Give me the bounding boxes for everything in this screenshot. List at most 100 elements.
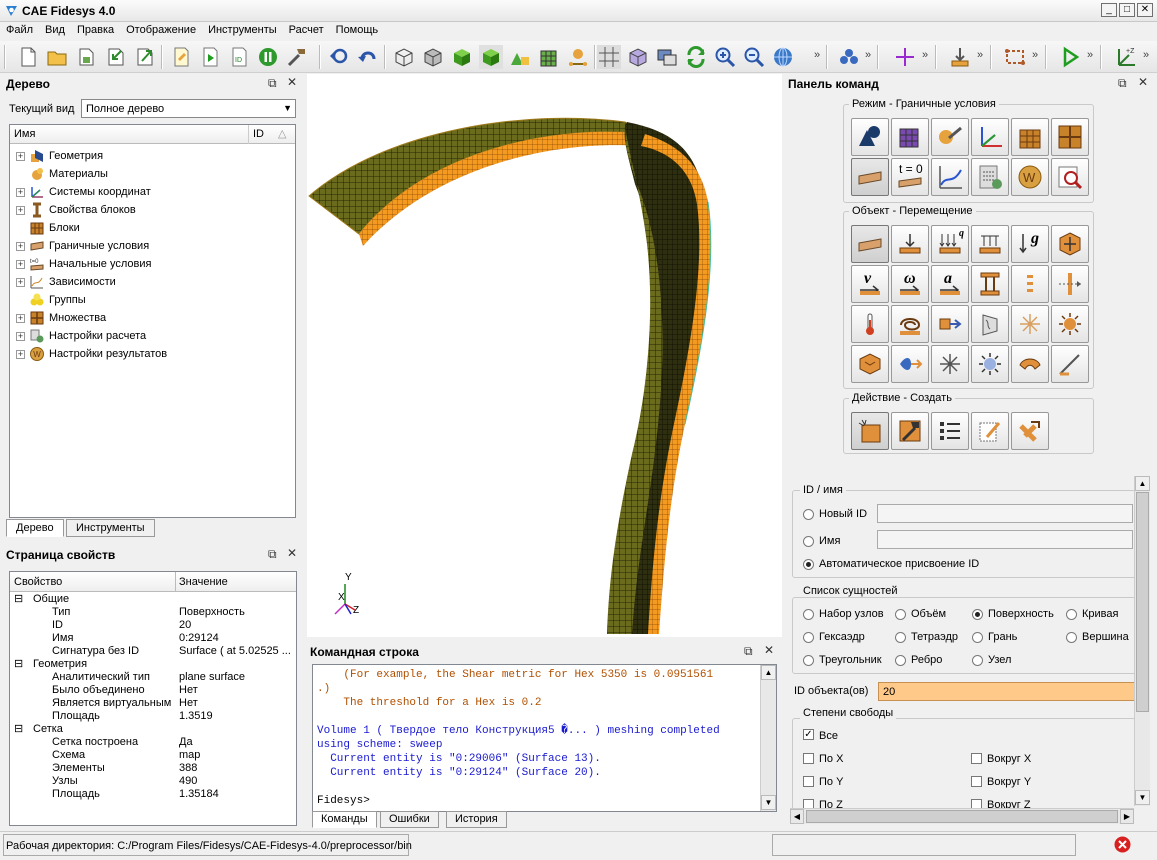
geometry-mode-button[interactable] — [851, 118, 889, 156]
results-mode-button[interactable]: W — [1011, 158, 1049, 196]
zoom-in-icon[interactable] — [713, 45, 737, 69]
property-value[interactable]: 0:29124 — [179, 632, 291, 645]
property-value[interactable]: 490 — [179, 775, 291, 788]
create-button[interactable] — [851, 412, 889, 450]
entity-radio[interactable] — [895, 609, 906, 620]
tab-tools[interactable]: Инструменты — [66, 519, 155, 537]
heat-source-button[interactable] — [1051, 305, 1089, 343]
crosshair-icon[interactable] — [893, 45, 917, 69]
new-file-icon[interactable] — [16, 45, 40, 69]
scroll-up-icon[interactable]: ▲ — [1135, 476, 1150, 491]
maximize-button[interactable]: □ — [1119, 3, 1135, 17]
scroll-right-icon[interactable]: ▶ — [1120, 809, 1134, 824]
axes-icon[interactable]: +Z — [1113, 45, 1137, 69]
tree-item[interactable]: + Зависимости — [16, 273, 116, 291]
command-console[interactable]: (For example, the Shear metric for Hex 5… — [312, 664, 777, 812]
expand-icon[interactable]: + — [16, 187, 25, 197]
dof-x-checkbox[interactable] — [803, 753, 814, 764]
save-icon[interactable] — [75, 45, 99, 69]
tree-col-id[interactable]: ID — [253, 128, 264, 140]
float-icon[interactable]: ⧉ — [268, 547, 277, 562]
initial-conditions-mode-button[interactable]: t = 0 — [891, 158, 929, 196]
velocity-button[interactable]: v — [851, 265, 889, 303]
distributed-load-button[interactable]: q — [931, 225, 969, 263]
point-source-button[interactable] — [1011, 305, 1049, 343]
sets-mode-button[interactable] — [1051, 118, 1089, 156]
contact-button[interactable] — [1011, 265, 1049, 303]
toolbar-overflow[interactable]: » — [814, 49, 820, 61]
scroll-down-icon[interactable]: ▼ — [761, 795, 776, 810]
star-button[interactable] — [931, 345, 969, 383]
expand-icon[interactable]: + — [16, 331, 25, 341]
list-button[interactable] — [931, 412, 969, 450]
angular-velocity-button[interactable]: ω — [891, 265, 929, 303]
scroll-down-icon[interactable]: ▼ — [1135, 790, 1150, 805]
expand-icon[interactable]: + — [16, 349, 25, 359]
property-value[interactable] — [179, 723, 291, 736]
zoom-out-icon[interactable] — [742, 45, 766, 69]
new-id-radio[interactable] — [803, 509, 814, 520]
boundary-conditions-mode-button[interactable] — [851, 158, 889, 196]
expand-icon[interactable]: + — [16, 241, 25, 251]
load-icon[interactable] — [948, 45, 972, 69]
entity-radio[interactable] — [1066, 609, 1077, 620]
property-value[interactable]: Да — [179, 736, 291, 749]
grid-icon[interactable] — [597, 45, 621, 69]
property-value[interactable]: 1.3519 — [179, 710, 291, 723]
menu-calc[interactable]: Расчет — [283, 22, 330, 36]
delete-button[interactable] — [1011, 412, 1049, 450]
expand-icon[interactable]: + — [16, 277, 25, 287]
wireframe-icon[interactable] — [392, 45, 416, 69]
gravity-button[interactable]: g — [1011, 225, 1049, 263]
float-icon[interactable]: ⧉ — [744, 644, 753, 659]
acceleration-button[interactable]: a — [931, 265, 969, 303]
error-icon[interactable] — [1113, 835, 1132, 854]
constraint-button[interactable] — [1051, 225, 1089, 263]
import-icon[interactable] — [104, 45, 128, 69]
tools-mode-button[interactable] — [931, 118, 969, 156]
coord-system-mode-button[interactable] — [971, 118, 1009, 156]
close-icon[interactable]: ✕ — [764, 643, 774, 657]
tree-item[interactable]: + Геометрия — [16, 147, 103, 165]
id-script-icon[interactable]: ID — [227, 45, 251, 69]
run-icon[interactable] — [1058, 45, 1082, 69]
tab-commands[interactable]: Команды — [312, 811, 377, 828]
prop-col-property[interactable]: Свойство — [14, 576, 62, 588]
cluster-icon[interactable] — [837, 45, 861, 69]
property-value[interactable]: 20 — [179, 619, 291, 632]
pause-icon[interactable] — [256, 45, 280, 69]
slide-button[interactable] — [1051, 265, 1089, 303]
globe-icon[interactable] — [771, 45, 795, 69]
entity-radio[interactable] — [972, 609, 983, 620]
tree-item[interactable]: + Настройки расчета — [16, 327, 146, 345]
convection-button[interactable] — [891, 305, 929, 343]
mesh-mode-button[interactable] — [891, 118, 929, 156]
tree-item[interactable]: + Свойства блоков — [16, 201, 136, 219]
menu-display[interactable]: Отображение — [120, 22, 202, 36]
undo-back-icon[interactable] — [327, 45, 351, 69]
shell-button[interactable] — [1011, 345, 1049, 383]
expand-icon[interactable]: + — [16, 205, 25, 215]
minimize-button[interactable]: _ — [1101, 3, 1117, 17]
analysis-mode-button[interactable] — [1051, 158, 1089, 196]
modify-button[interactable] — [891, 412, 929, 450]
prop-col-value[interactable]: Значение — [179, 576, 228, 588]
tree-col-name[interactable]: Имя — [14, 128, 35, 140]
pressure-button[interactable] — [971, 225, 1009, 263]
entity-radio[interactable] — [972, 655, 983, 666]
close-icon[interactable]: ✕ — [1138, 75, 1148, 89]
tree-item[interactable]: Материалы — [16, 165, 108, 183]
heat-flux-button[interactable] — [931, 305, 969, 343]
play-script-icon[interactable] — [198, 45, 222, 69]
property-value[interactable]: 388 — [179, 762, 291, 775]
tree-item[interactable]: Блоки — [16, 219, 80, 237]
3d-viewport[interactable]: Y X Z — [307, 74, 782, 637]
collapse-icon[interactable]: ⊟ — [14, 593, 23, 606]
auto-id-radio[interactable] — [803, 559, 814, 570]
close-icon[interactable]: ✕ — [287, 546, 297, 560]
tree-item[interactable]: + Граничные условия — [16, 237, 149, 255]
undo-icon[interactable] — [356, 45, 380, 69]
dof-rx-checkbox[interactable] — [971, 753, 982, 764]
radiation-button[interactable] — [971, 305, 1009, 343]
display-icon[interactable] — [655, 45, 679, 69]
